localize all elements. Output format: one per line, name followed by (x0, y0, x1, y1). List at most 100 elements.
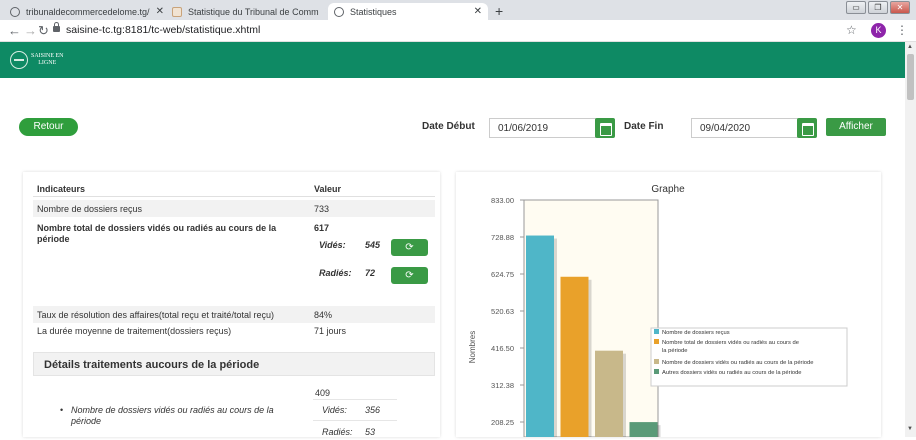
row-value: 617 (314, 223, 330, 233)
window-controls: ▭ ❐ ✕ (846, 1, 910, 14)
new-tab-icon[interactable]: + (495, 3, 503, 19)
browser-tab-3[interactable]: Statistiques ✕ (328, 3, 488, 20)
bar (560, 276, 589, 437)
legend-swatch (654, 339, 659, 344)
calendar-icon[interactable] (797, 118, 817, 138)
logo-line1: SAISINE EN (31, 53, 64, 59)
afficher-button[interactable]: Afficher (826, 118, 886, 136)
maximize-icon[interactable]: ❐ (868, 1, 888, 14)
table-row: La durée moyenne de traitement(dossiers … (33, 323, 435, 340)
row-label: Nombre de dossiers reçus (37, 204, 143, 214)
details-vides-value: 356 (365, 405, 381, 415)
date-debut-label: Date Début (422, 121, 475, 132)
chart-title: Graphe (651, 184, 685, 195)
tab-title: tribunaldecommercedelome.tg/ (26, 6, 150, 17)
close-window-icon[interactable]: ✕ (890, 1, 910, 14)
row-label: Nombre total de dossiers vidés ou radiés… (37, 223, 277, 244)
bar (595, 350, 623, 437)
legend-swatch (654, 329, 659, 334)
site-header: SAISINE EN LIGNE (0, 42, 905, 78)
y-tick-label: 833.00 (491, 196, 514, 205)
chart-panel: Graphe 833.00 728.88 624.75 520.63 416.50 312.… (456, 172, 881, 440)
divider (313, 420, 397, 421)
y-tick-label: 312.38 (491, 381, 514, 390)
tab-title: Statistiques (350, 6, 397, 17)
y-tick-label: 208.25 (491, 418, 514, 427)
logo-line2: LIGNE (38, 60, 57, 66)
page-scrollbar[interactable]: ▲ ▼ (905, 42, 916, 437)
minimize-icon[interactable]: ▭ (846, 1, 866, 14)
legend-label: Nombre de dossiers reçus (662, 330, 730, 336)
details-item-text: Nombre de dossiers vidés ou radiés au co… (71, 405, 274, 426)
refresh-vides-button[interactable]: ⟳ (391, 239, 428, 256)
scrollbar-thumb[interactable] (907, 54, 914, 100)
site-logo[interactable]: SAISINE EN LIGNE (10, 51, 64, 69)
forward-icon[interactable]: → (24, 23, 37, 38)
legend-label: Nombre de dossiers vidés ou radiés au co… (662, 360, 813, 366)
bar (526, 235, 554, 437)
y-axis-label: Nombres (468, 331, 477, 363)
globe-icon (334, 6, 344, 17)
date-fin-input[interactable]: 09/04/2020 (691, 118, 798, 138)
lock-icon (53, 22, 60, 32)
details-radies-value: 53 (365, 427, 376, 437)
table-row: Nombre total de dossiers vidés ou radiés… (33, 221, 435, 301)
refresh-radies-button[interactable]: ⟳ (391, 267, 428, 284)
calendar-icon[interactable] (595, 118, 615, 138)
refresh-icon: ⟳ (405, 242, 414, 253)
reload-icon[interactable]: ↻ (38, 23, 49, 39)
radies-value: 72 (365, 268, 376, 278)
y-tick-label: 624.75 (491, 270, 514, 279)
radies-label: Radiés: (319, 268, 352, 278)
header-valeur: Valeur (314, 184, 342, 194)
date-debut-input[interactable]: 01/06/2019 (489, 118, 596, 138)
divider (313, 399, 397, 400)
close-icon[interactable]: ✕ (150, 6, 164, 17)
profile-avatar[interactable]: K (871, 23, 886, 38)
bar (629, 422, 658, 437)
table-header: Indicateurs Valeur (33, 182, 435, 197)
browser-tab-1[interactable]: tribunaldecommercedelome.tg/ ✕ (4, 3, 164, 20)
refresh-icon: ⟳ (405, 270, 414, 281)
row-value: 71 jours (314, 326, 347, 336)
table-row: Taux de résolution des affaires(total re… (33, 306, 435, 323)
row-value: 733 (314, 204, 330, 214)
row-value: 84% (314, 310, 333, 320)
bullet-icon: • (60, 405, 64, 415)
address-bar: ← → ↻ saisine-tc.tg:8181/tc-web/statisti… (0, 20, 916, 42)
chart-svg: Graphe 833.00 728.88 624.75 520.63 416.50 312.… (468, 184, 848, 440)
court-favicon-icon (172, 6, 182, 17)
indicators-panel: Indicateurs Valeur Nombre de dossiers re… (23, 172, 440, 437)
menu-icon[interactable]: ⋮ (896, 23, 908, 37)
header-indicateurs: Indicateurs (37, 184, 86, 194)
y-tick-label: 728.88 (491, 233, 514, 242)
browser-tab-bar: tribunaldecommercedelome.tg/ ✕ Statistiq… (0, 0, 916, 20)
close-icon[interactable]: ✕ (468, 6, 482, 17)
details-radies-label: Radiés: (322, 427, 353, 437)
logo-emblem-icon (10, 51, 28, 69)
legend-label: Autres dossiers vidés ou radiés au cours… (662, 370, 802, 376)
globe-icon (10, 6, 20, 17)
details-vides-label: Vidés: (322, 405, 347, 415)
back-icon[interactable]: ← (8, 23, 21, 38)
browser-tab-2[interactable]: Statistique du Tribunal de Comm ✕ (166, 3, 326, 20)
vides-label: Vidés: (319, 240, 346, 250)
y-tick-label: 416.50 (491, 344, 514, 353)
details-section-title: Détails traitements aucours de la périod… (33, 352, 435, 376)
row-label: La durée moyenne de traitement(dossiers … (37, 326, 232, 336)
legend-swatch (654, 359, 659, 364)
row-label: Taux de résolution des affaires(total re… (37, 310, 274, 320)
date-fin-label: Date Fin (624, 121, 664, 132)
tab-title: Statistique du Tribunal de Comm (188, 6, 319, 17)
retour-button[interactable]: Retour (19, 118, 78, 136)
y-tick-label: 520.63 (491, 307, 514, 316)
close-icon[interactable]: ✕ (319, 6, 326, 17)
url-input[interactable]: saisine-tc.tg:8181/tc-web/statistique.xh… (66, 24, 260, 36)
legend-box (650, 327, 848, 387)
table-row: Nombre de dossiers reçus 733 (33, 200, 435, 217)
scroll-up-icon[interactable]: ▲ (907, 44, 913, 50)
legend-swatch (654, 369, 659, 374)
star-icon[interactable]: ☆ (846, 23, 857, 37)
scroll-down-icon[interactable]: ▼ (907, 426, 913, 432)
vides-value: 545 (365, 240, 381, 250)
